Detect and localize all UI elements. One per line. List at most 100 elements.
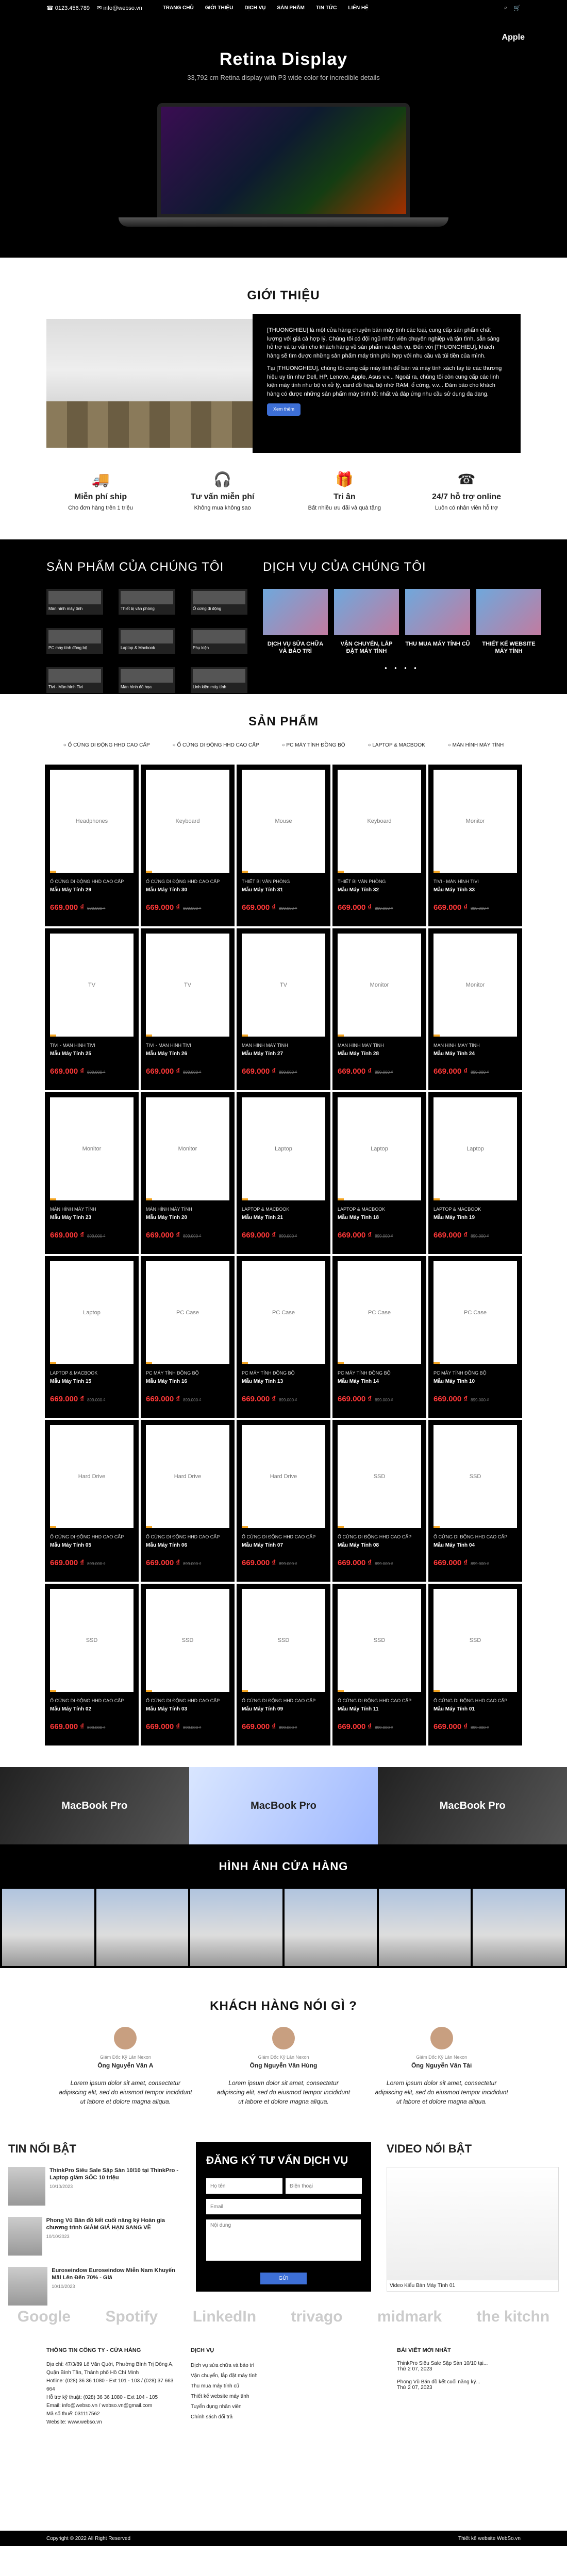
product-image[interactable]: SSD (242, 1589, 325, 1692)
submit-button[interactable]: GỬI (260, 2273, 307, 2284)
category-card[interactable]: Tivi - Màn hình Tivi (46, 667, 103, 693)
product-image[interactable]: SSD (338, 1589, 421, 1692)
product-image[interactable]: Laptop (433, 1097, 517, 1200)
product-card[interactable]: Headphones Ổ CỨNG DI ĐỘNG HHD CAO CẤP Mẫu … (44, 764, 140, 927)
product-image[interactable]: PC Case (338, 1261, 421, 1364)
footer-post-title[interactable]: ThinkPro Siêu Sale Sập Sàn 10/10 tại... (397, 2361, 521, 2366)
product-card[interactable]: Laptop LAPTOP & MACBOOK Mẫu Máy Tính 19 669… (427, 1091, 523, 1255)
product-name[interactable]: Mẫu Máy Tính 27 (242, 1051, 325, 1057)
product-name[interactable]: Mẫu Máy Tính 19 (433, 1215, 517, 1221)
footer-service-link[interactable]: Vận chuyển, lắp đặt máy tính (191, 2371, 320, 2381)
product-name[interactable]: Mẫu Máy Tính 04 (433, 1543, 517, 1548)
product-card[interactable]: SSD Ổ CỨNG DI ĐỘNG HHD CAO CẤP Mẫu Máy Tín… (331, 1583, 427, 1747)
category-card[interactable]: Ổ cứng di động (191, 589, 247, 615)
carousel-dots[interactable]: ● ● ● ● (263, 666, 541, 670)
product-card[interactable]: Mouse THIẾT BỊ VĂN PHÒNG Mẫu Máy Tính 31 66… (236, 764, 331, 927)
product-name[interactable]: Mẫu Máy Tính 07 (242, 1543, 325, 1548)
news-title[interactable]: Phong Vũ Bán đồ kết cuối năng ký Hoàn gi… (46, 2217, 180, 2232)
product-name[interactable]: Mẫu Máy Tính 08 (338, 1543, 421, 1548)
product-card[interactable]: TV MÀN HÌNH MÁY TÍNH Mẫu Máy Tính 27 669.00… (236, 927, 331, 1091)
name-field[interactable] (206, 2178, 282, 2194)
product-image[interactable]: Monitor (433, 770, 517, 873)
product-card[interactable]: PC Case PC MÁY TÍNH ĐỒNG BỘ Mẫu Máy Tính 1… (331, 1255, 427, 1419)
product-image[interactable]: Laptop (242, 1097, 325, 1200)
product-name[interactable]: Mẫu Máy Tính 11 (338, 1706, 421, 1712)
product-image[interactable]: PC Case (242, 1261, 325, 1364)
product-image[interactable]: PC Case (146, 1261, 229, 1364)
service-card[interactable]: VẬN CHUYỂN, LẮP ĐẶT MÁY TÍNH (334, 589, 399, 655)
product-image[interactable]: TV (242, 934, 325, 1037)
search-icon[interactable]: ⌕ (504, 5, 507, 11)
nav-item[interactable]: DỊCH VỤ (244, 5, 265, 11)
product-card[interactable]: Monitor MÀN HÌNH MÁY TÍNH Mẫu Máy Tính 20 6… (140, 1091, 236, 1255)
product-name[interactable]: Mẫu Máy Tính 33 (433, 887, 517, 893)
product-card[interactable]: Laptop LAPTOP & MACBOOK Mẫu Máy Tính 18 669… (331, 1091, 427, 1255)
footer-service-link[interactable]: Thiết kế website máy tính (191, 2392, 320, 2402)
product-tab[interactable]: PC MÁY TÍNH ĐỒNG BỘ (282, 742, 345, 748)
product-card[interactable]: SSD Ổ CỨNG DI ĐỘNG HHD CAO CẤP Mẫu Máy Tín… (44, 1583, 140, 1747)
news-title[interactable]: Euroseindow Euroseindow Miễn Nam Khuyến … (52, 2267, 180, 2282)
product-image[interactable]: TV (146, 934, 229, 1037)
product-card[interactable]: Monitor TIVI - MÀN HÌNH TIVI Mẫu Máy Tính … (427, 764, 523, 927)
product-name[interactable]: Mẫu Máy Tính 02 (50, 1706, 134, 1712)
product-card[interactable]: SSD Ổ CỨNG DI ĐỘNG HHD CAO CẤP Mẫu Máy Tín… (236, 1583, 331, 1747)
service-card[interactable]: THU MUA MÁY TÍNH CŨ (405, 589, 470, 655)
product-tab[interactable]: Ổ CỨNG DI ĐỘNG HHD CAO CẤP (63, 742, 150, 748)
product-image[interactable]: SSD (433, 1589, 517, 1692)
store-photo[interactable] (2, 1889, 94, 1966)
product-card[interactable]: Hard Drive Ổ CỨNG DI ĐỘNG HHD CAO CẤP Mẫu … (44, 1419, 140, 1583)
footer-post[interactable]: Phong Vũ Bán đồ kết cuối năng ký... Thứ 2… (397, 2379, 521, 2391)
product-name[interactable]: Mẫu Máy Tính 21 (242, 1215, 325, 1221)
phone-field[interactable] (286, 2178, 362, 2194)
footer-service-link[interactable]: Thu mua máy tính cũ (191, 2381, 320, 2392)
nav-item[interactable]: LIÊN HỆ (348, 5, 368, 11)
category-card[interactable]: Phụ kiện (191, 628, 247, 654)
product-name[interactable]: Mẫu Máy Tính 16 (146, 1379, 229, 1384)
product-card[interactable]: Laptop LAPTOP & MACBOOK Mẫu Máy Tính 21 669… (236, 1091, 331, 1255)
store-photo[interactable] (285, 1889, 377, 1966)
product-name[interactable]: Mẫu Máy Tính 13 (242, 1379, 325, 1384)
category-card[interactable]: Linh kiện máy tính (191, 667, 247, 693)
news-title[interactable]: ThinkPro Siêu Sale Sập Sàn 10/10 tại Thi… (49, 2167, 180, 2182)
nav-item[interactable]: TRANG CHỦ (163, 5, 194, 11)
product-name[interactable]: Mẫu Máy Tính 15 (50, 1379, 134, 1384)
product-card[interactable]: SSD Ổ CỨNG DI ĐỘNG HHD CAO CẤP Mẫu Máy Tín… (427, 1583, 523, 1747)
store-photo[interactable] (473, 1889, 565, 1966)
footer-post-title[interactable]: Phong Vũ Bán đồ kết cuối năng ký... (397, 2379, 521, 2385)
product-image[interactable]: Monitor (338, 934, 421, 1037)
product-image[interactable]: Laptop (338, 1097, 421, 1200)
footer-service-link[interactable]: Chính sách đổi trả (191, 2412, 320, 2422)
product-image[interactable]: Hard Drive (50, 1425, 134, 1528)
product-image[interactable]: Headphones (50, 770, 134, 873)
product-name[interactable]: Mẫu Máy Tính 06 (146, 1543, 229, 1548)
product-name[interactable]: Mẫu Máy Tính 05 (50, 1543, 134, 1548)
product-card[interactable]: SSD Ổ CỨNG DI ĐỘNG HHD CAO CẤP Mẫu Máy Tín… (140, 1583, 236, 1747)
product-name[interactable]: Mẫu Máy Tính 32 (338, 887, 421, 893)
product-tab[interactable]: Ổ CỨNG DI ĐỘNG HHD CAO CẤP (173, 742, 259, 748)
news-item[interactable]: Euroseindow Euroseindow Miễn Nam Khuyến … (8, 2267, 180, 2306)
product-card[interactable]: Hard Drive Ổ CỨNG DI ĐỘNG HHD CAO CẤP Mẫu … (140, 1419, 236, 1583)
store-photo[interactable] (190, 1889, 283, 1966)
product-card[interactable]: TV TIVI - MÀN HÌNH TIVI Mẫu Máy Tính 25 669… (44, 927, 140, 1091)
product-card[interactable]: PC Case PC MÁY TÍNH ĐỒNG BỘ Mẫu Máy Tính 1… (427, 1255, 523, 1419)
nav-item[interactable]: GIỚI THIỆU (205, 5, 234, 11)
news-item[interactable]: ThinkPro Siêu Sale Sập Sàn 10/10 tại Thi… (8, 2167, 180, 2206)
macbook-banner[interactable]: MacBook Pro (0, 1767, 189, 1844)
product-image[interactable]: SSD (50, 1589, 134, 1692)
product-name[interactable]: Mẫu Máy Tính 20 (146, 1215, 229, 1221)
product-card[interactable]: Keyboard Ổ CỨNG DI ĐỘNG HHD CAO CẤP Mẫu Má… (140, 764, 236, 927)
product-name[interactable]: Mẫu Máy Tính 23 (50, 1215, 134, 1221)
product-image[interactable]: SSD (146, 1589, 229, 1692)
product-image[interactable]: Monitor (50, 1097, 134, 1200)
product-image[interactable]: PC Case (433, 1261, 517, 1364)
product-name[interactable]: Mẫu Máy Tính 10 (433, 1379, 517, 1384)
video-player[interactable] (387, 2167, 559, 2280)
product-card[interactable]: Monitor MÀN HÌNH MÁY TÍNH Mẫu Máy Tính 28 6… (331, 927, 427, 1091)
product-name[interactable]: Mẫu Máy Tính 25 (50, 1051, 134, 1057)
footer-service-link[interactable]: Dịch vụ sửa chữa và bảo trì (191, 2361, 320, 2371)
macbook-banner[interactable]: MacBook Pro (189, 1767, 378, 1844)
product-card[interactable]: PC Case PC MÁY TÍNH ĐỒNG BỘ Mẫu Máy Tính 1… (140, 1255, 236, 1419)
news-item[interactable]: Phong Vũ Bán đồ kết cuối năng ký Hoàn gi… (8, 2217, 180, 2256)
service-card[interactable]: DỊCH VỤ SỬA CHỮA VÀ BẢO TRÌ (263, 589, 328, 655)
footer-post[interactable]: ThinkPro Siêu Sale Sập Sàn 10/10 tại... T… (397, 2361, 521, 2372)
